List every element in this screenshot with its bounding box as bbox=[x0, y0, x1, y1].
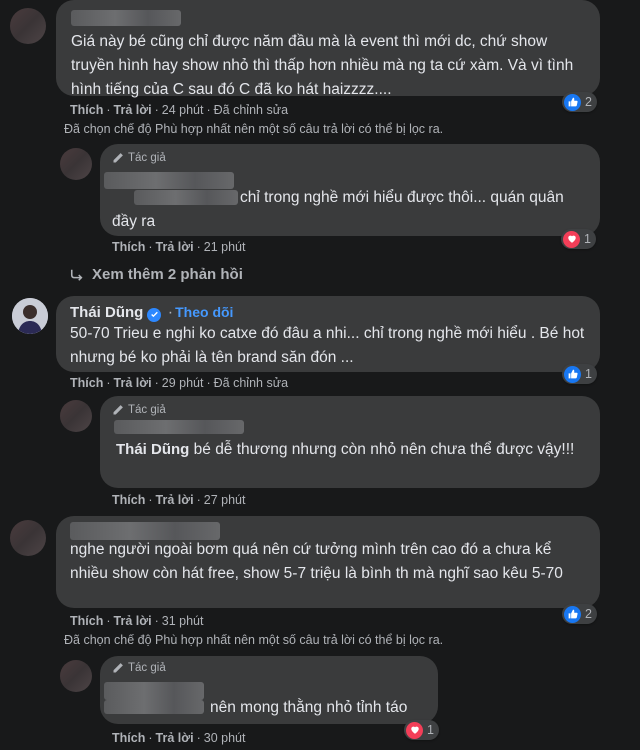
reaction-count[interactable]: 1 bbox=[404, 720, 439, 740]
reply-link[interactable]: Trả lời bbox=[156, 731, 194, 745]
reply-text: nên mong thằng nhỏ tỉnh táo bbox=[210, 696, 407, 720]
mention-tag[interactable]: Thái Dũng bbox=[116, 441, 189, 458]
reply-link[interactable]: Trả lời bbox=[114, 103, 152, 117]
timestamp[interactable]: 31 phút bbox=[162, 614, 204, 628]
filter-note: Đã chọn chế độ Phù hợp nhất nên một số c… bbox=[64, 633, 444, 647]
edited-label: Đã chỉnh sửa bbox=[213, 376, 289, 390]
reaction-count[interactable]: 1 bbox=[562, 364, 597, 384]
like-link[interactable]: Thích bbox=[112, 731, 145, 745]
reply-link[interactable]: Trả lời bbox=[114, 614, 152, 628]
thumbs-up-icon bbox=[564, 605, 581, 623]
reply-text-content: bé dễ thương nhưng còn nhỏ nên chưa thể … bbox=[193, 441, 575, 458]
pen-icon bbox=[113, 405, 123, 415]
like-link[interactable]: Thích bbox=[70, 614, 103, 628]
reaction-count[interactable]: 2 bbox=[562, 604, 597, 624]
like-link[interactable]: Thích bbox=[70, 103, 103, 117]
reaction-count[interactable]: 2 bbox=[562, 92, 597, 112]
like-link[interactable]: Thích bbox=[112, 240, 145, 254]
view-more-replies[interactable]: Xem thêm 2 phản hồi bbox=[70, 266, 243, 283]
reaction-number: 2 bbox=[585, 607, 592, 621]
avatar[interactable] bbox=[10, 8, 46, 44]
reply-actions: Thích · Trả lời · 27 phút bbox=[112, 493, 246, 507]
comment-actions: Thích · Trả lời · 24 phút · Đã chỉnh sửa bbox=[70, 103, 289, 117]
timestamp[interactable]: 29 phút bbox=[162, 376, 204, 390]
heart-icon bbox=[563, 230, 580, 248]
reaction-count[interactable]: 1 bbox=[561, 229, 596, 249]
like-link[interactable]: Thích bbox=[112, 493, 145, 507]
commenter-name-blurred[interactable] bbox=[71, 10, 181, 26]
edited-label: Đã chỉnh sửa bbox=[213, 103, 289, 117]
comment-bubble: Thái Dũng · Theo dõi 50-70 Trieu e nghi k… bbox=[56, 296, 600, 372]
comment-bubble: Giá này bé cũng chỉ được năm đầu mà là e… bbox=[56, 0, 600, 98]
author-tag-label: Tác giả bbox=[128, 152, 166, 164]
pen-icon bbox=[113, 153, 123, 163]
timestamp[interactable]: 21 phút bbox=[204, 240, 246, 254]
timestamp[interactable]: 24 phút bbox=[162, 103, 204, 117]
timestamp[interactable]: 30 phút bbox=[204, 731, 246, 745]
author-tag-label: Tác giả bbox=[128, 662, 166, 674]
comment-actions: Thích · Trả lời · 31 phút bbox=[70, 614, 204, 628]
author-tag: Tác giả bbox=[112, 152, 166, 164]
reply-text-content: chỉ trong nghề mới hiểu được thôi... quá… bbox=[112, 189, 564, 230]
avatar[interactable] bbox=[12, 298, 48, 334]
reply-bubble: Tác giả Thái Dũng bé dễ thương nhưng còn… bbox=[100, 396, 600, 488]
reply-link[interactable]: Trả lời bbox=[156, 493, 194, 507]
filter-note: Đã chọn chế độ Phù hợp nhất nên một số c… bbox=[64, 122, 444, 136]
reply-arrow-icon bbox=[70, 269, 83, 281]
comment-text: nghe người ngoài bơm quá nên cứ tưởng mì… bbox=[70, 541, 563, 582]
thumbs-up-icon bbox=[564, 93, 581, 111]
replier-name-blurred[interactable] bbox=[104, 700, 204, 714]
reply-link[interactable]: Trả lời bbox=[156, 240, 194, 254]
avatar[interactable] bbox=[60, 148, 92, 180]
reply-actions: Thích · Trả lời · 30 phút bbox=[112, 731, 246, 745]
avatar[interactable] bbox=[60, 400, 92, 432]
reaction-number: 1 bbox=[427, 723, 434, 737]
verified-badge-icon bbox=[147, 307, 162, 322]
timestamp[interactable]: 27 phút bbox=[204, 493, 246, 507]
follow-link[interactable]: Theo dõi bbox=[175, 304, 233, 320]
comment-text: Giá này bé cũng chỉ được năm đầu mà là e… bbox=[71, 33, 574, 98]
author-tag: Tác giả bbox=[112, 404, 166, 416]
reply-bubble: Tác giả nên mong thằng nhỏ tỉnh táo bbox=[100, 656, 438, 724]
reply-text: Thái Dũng bé dễ thương nhưng còn nhỏ nên… bbox=[116, 438, 586, 462]
avatar[interactable] bbox=[10, 520, 46, 556]
reaction-number: 1 bbox=[585, 367, 592, 381]
replier-name-blurred[interactable] bbox=[104, 682, 204, 700]
author-tag-label: Tác giả bbox=[128, 404, 166, 416]
reaction-number: 1 bbox=[584, 232, 591, 246]
author-tag: Tác giả bbox=[112, 662, 166, 674]
view-more-label: Xem thêm 2 phản hồi bbox=[92, 266, 243, 283]
avatar[interactable] bbox=[60, 660, 92, 692]
reply-text: chỉ trong nghề mới hiểu được thôi... quá… bbox=[112, 186, 592, 234]
commenter-name[interactable]: Thái Dũng bbox=[70, 304, 143, 321]
reply-bubble: Tác giả chỉ trong nghề mới hiểu được thô… bbox=[100, 144, 600, 236]
comment-actions: Thích · Trả lời · 29 phút · Đã chỉnh sửa bbox=[70, 376, 289, 390]
reply-text-content: nên mong thằng nhỏ tỉnh táo bbox=[210, 699, 408, 716]
comment-bubble: nghe người ngoài bơm quá nên cứ tưởng mì… bbox=[56, 516, 600, 608]
pen-icon bbox=[113, 663, 123, 673]
like-link[interactable]: Thích bbox=[70, 376, 103, 390]
reply-actions: Thích · Trả lời · 21 phút bbox=[112, 240, 246, 254]
comment-text: 50-70 Trieu e nghi ko catxe đó đâu a nhi… bbox=[70, 325, 585, 366]
heart-icon bbox=[406, 721, 423, 739]
thumbs-up-icon bbox=[564, 365, 581, 383]
replier-name-blurred[interactable] bbox=[114, 420, 244, 434]
reaction-number: 2 bbox=[585, 95, 592, 109]
reply-link[interactable]: Trả lời bbox=[114, 376, 152, 390]
